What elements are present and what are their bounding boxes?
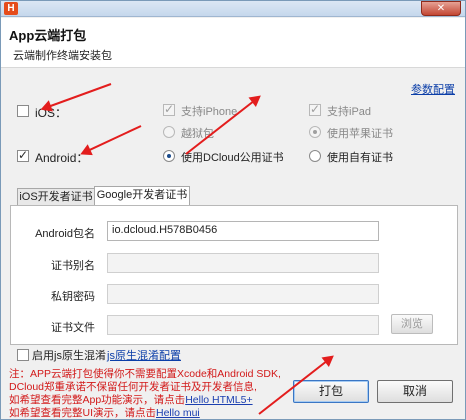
key-password-input[interactable] [107,284,379,304]
close-window-button[interactable]: ✕ [421,1,461,16]
note-line-1: 注：APP云端打包使得你不需要配置Xcode和Android SDK, [9,368,281,380]
cert-alias-label: 证书别名 [51,260,95,272]
support-iphone-checkbox[interactable] [163,102,175,116]
js-obfuscation-checkbox[interactable] [17,349,29,361]
annotation-arrow-ios [43,83,112,110]
title-bar[interactable]: H ✕ [1,1,465,17]
key-password-label: 私钥密码 [51,291,95,303]
android-checkbox[interactable] [17,148,29,162]
use-dcloud-cert-label: 使用DCloud公用证书 [181,152,284,164]
dialog-subtitle: 云端制作终端安装包 [13,50,112,62]
advanced-settings-link[interactable]: 参数配置 [411,81,455,97]
hbuilder-logo-icon: H [4,2,18,15]
use-apple-cert-label: 使用苹果证书 [327,128,393,140]
support-ipad-checkbox[interactable] [309,102,321,116]
support-iphone-label: 支持iPhone [181,106,238,118]
js-obfuscation-config-link[interactable]: js原生混淆配置 [107,347,181,363]
note-line-2: DCloud郑重承诺不保留任何开发者证书及开发者信息, [9,381,257,393]
hello-html5-link[interactable]: Hello HTML5+ [185,394,252,406]
jailbreak-radio[interactable] [163,126,175,138]
tab-google-cert[interactable]: Google开发者证书 [94,186,190,207]
use-own-cert-radio[interactable] [309,150,321,162]
app-pack-dialog: H ✕ App云端打包 云端制作终端安装包 参数配置 iOS： 支持iPhone… [0,0,466,420]
cert-file-input[interactable] [107,315,379,335]
browse-button[interactable]: 浏览 [391,314,433,334]
support-ipad-label: 支持iPad [327,106,372,118]
use-dcloud-cert-radio[interactable] [163,150,175,162]
package-name-input[interactable]: io.dcloud.H578B0456 [107,221,379,241]
ios-checkbox[interactable] [17,105,29,117]
note-line-3: 如希望查看完整App功能演示，请点击Hello HTML5+ [9,394,291,407]
note-line-3-text: 如希望查看完整App功能演示，请点击 [9,394,186,406]
annotation-arrow-android [82,125,142,154]
hello-mui-link[interactable]: Hello mui [156,407,200,419]
use-own-cert-label: 使用自有证书 [327,152,393,164]
pack-button[interactable]: 打包 [293,380,369,403]
js-obfuscation-label: 启用js原生混淆 [32,350,106,362]
cert-file-label: 证书文件 [51,322,95,334]
use-apple-cert-radio[interactable] [309,126,321,138]
dialog-header: App云端打包 云端制作终端安装包 [1,18,465,68]
package-name-label: Android包名 [35,228,95,240]
dialog-title: App云端打包 [9,28,87,43]
note-line-4-text: 如希望查看完整UI演示，请点击 [9,407,156,419]
cancel-button[interactable]: 取消 [377,380,453,403]
note-line-4: 如希望查看完整UI演示，请点击Hello mui [9,407,291,420]
cert-alias-input[interactable] [107,253,379,273]
